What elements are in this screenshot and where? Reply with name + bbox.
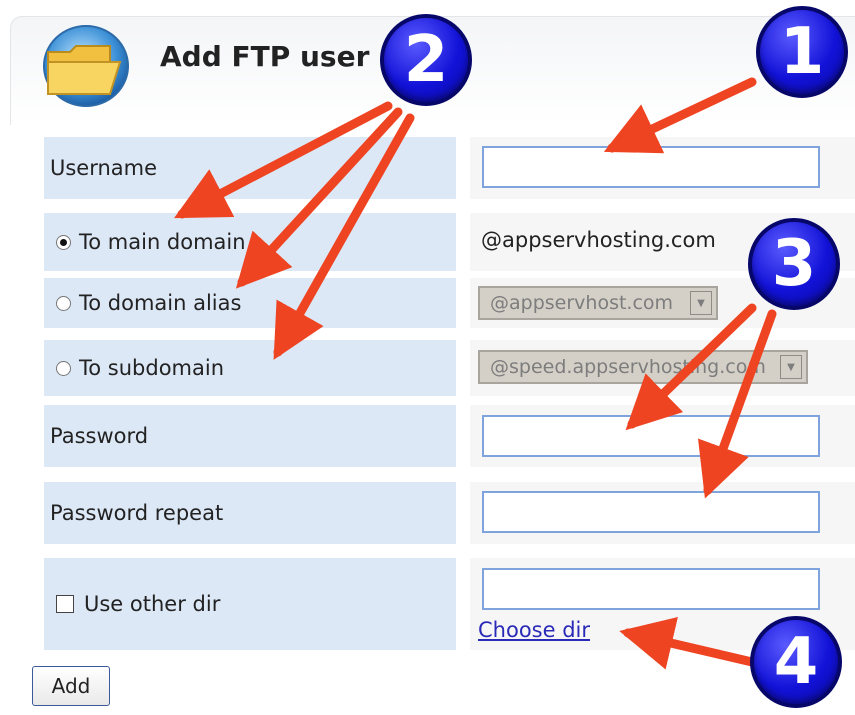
chevron-down-icon[interactable]: ▼ <box>780 355 802 379</box>
use-other-dir-label: Use other dir <box>84 592 221 616</box>
callout-badge-2: 2 <box>380 14 472 106</box>
callout-badge-4: 4 <box>750 616 842 708</box>
callout-badge-1: 1 <box>756 6 848 98</box>
main-domain-label: To main domain <box>79 230 246 254</box>
subdomain-select-value: @speed.appservhosting.com <box>490 356 766 378</box>
subdomain-label: To subdomain <box>79 356 225 380</box>
chevron-down-icon[interactable]: ▼ <box>690 291 712 315</box>
password-repeat-input[interactable] <box>482 491 820 533</box>
password-label: Password <box>44 405 456 467</box>
other-dir-input[interactable] <box>482 568 820 610</box>
folder-icon <box>43 25 129 107</box>
page-title: Add FTP user <box>160 40 370 73</box>
main-domain-radio[interactable] <box>56 234 71 250</box>
alias-radio[interactable] <box>56 295 71 311</box>
choose-dir-link[interactable]: Choose dir <box>478 618 590 642</box>
other-dir-row: Use other dir <box>44 558 456 650</box>
subdomain-radio[interactable] <box>56 360 71 376</box>
subdomain-select[interactable]: @speed.appservhosting.com ▼ <box>478 350 808 384</box>
use-other-dir-checkbox[interactable] <box>56 595 74 613</box>
alias-select-value: @appservhost.com <box>490 292 674 314</box>
alias-label: To domain alias <box>79 291 242 315</box>
main-domain-row: To main domain <box>44 213 456 271</box>
password-input[interactable] <box>482 415 820 457</box>
password-repeat-label: Password repeat <box>44 482 456 544</box>
main-domain-value: @appservhosting.com <box>481 228 716 252</box>
username-input[interactable] <box>482 146 820 188</box>
subdomain-row: To subdomain <box>44 340 456 396</box>
callout-badge-3: 3 <box>748 218 840 310</box>
username-label: Username <box>44 137 456 199</box>
alias-select[interactable]: @appservhost.com ▼ <box>478 286 718 320</box>
add-button[interactable]: Add <box>32 666 110 706</box>
alias-row: To domain alias <box>44 278 456 328</box>
